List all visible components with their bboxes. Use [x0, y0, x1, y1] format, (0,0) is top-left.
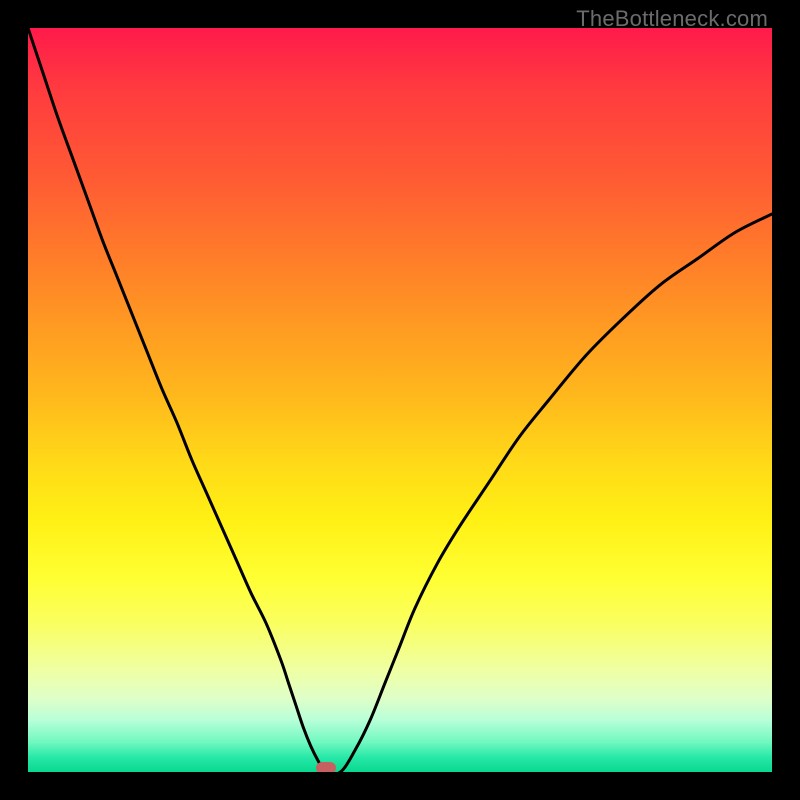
plot-area — [28, 28, 772, 772]
bottleneck-curve — [28, 28, 772, 772]
chart-frame: TheBottleneck.com — [0, 0, 800, 800]
curve-svg — [28, 28, 772, 772]
optimal-point-marker — [316, 762, 336, 772]
